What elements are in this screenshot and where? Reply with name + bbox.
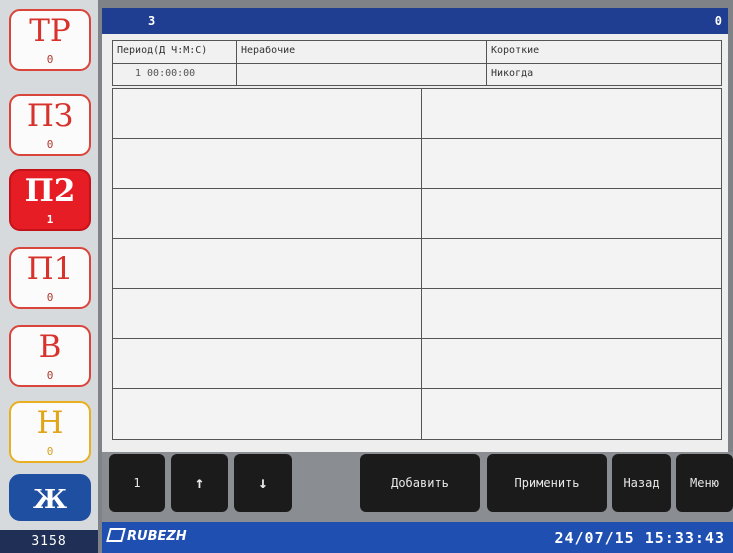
settings-header: Период(Д Ч:М:С) 1 00:00:00 Нерабочие Кор… xyxy=(112,40,722,86)
sidebar-button-v-label: В xyxy=(38,329,62,365)
grid-cell[interactable] xyxy=(422,89,721,139)
sidebar-button-pz-label: ПЗ xyxy=(26,98,74,134)
main-panel: Период(Д Ч:М:С) 1 00:00:00 Нерабочие Кор… xyxy=(102,34,728,452)
sidebar-button-pz[interactable]: ПЗ 0 xyxy=(9,94,91,156)
datetime-display: 24/07/15 15:33:43 xyxy=(554,529,725,547)
sidebar-button-n-count: 0 xyxy=(46,445,54,458)
nonworking-field[interactable] xyxy=(237,64,486,86)
grid-cell[interactable] xyxy=(113,189,422,239)
sidebar-button-tr[interactable]: ТР 0 xyxy=(9,9,91,71)
nonworking-label: Нерабочие xyxy=(237,41,486,64)
sidebar-button-v-count: 0 xyxy=(46,369,54,382)
rubezh-logo: RUBEZH xyxy=(106,527,187,547)
sidebar-button-pz-count: 0 xyxy=(46,138,54,151)
sidebar-button-p1-label: П1 xyxy=(26,251,74,287)
top-status-bar: 3 0 xyxy=(102,8,728,34)
sidebar-button-p1[interactable]: П1 0 xyxy=(9,247,91,309)
sidebar-button-n-label: Н xyxy=(36,405,64,441)
sidebar-button-p2-count: 1 xyxy=(46,213,54,226)
grid-cell[interactable] xyxy=(113,239,422,289)
scroll-up-button[interactable]: ↑ xyxy=(171,454,228,512)
sidebar-button-tr-count: 0 xyxy=(46,53,54,66)
grid-cell[interactable] xyxy=(113,289,422,339)
sidebar-zh-count: 3158 xyxy=(0,530,98,553)
grid-cell[interactable] xyxy=(422,339,721,389)
sidebar-button-p1-count: 0 xyxy=(46,291,54,304)
menu-button[interactable]: Меню xyxy=(676,454,733,512)
brand-name: RUBEZH xyxy=(127,529,187,544)
short-label: Короткие xyxy=(486,41,721,64)
period-label: Период(Д Ч:М:С) xyxy=(113,41,237,64)
sidebar-button-zh[interactable]: Ж xyxy=(9,474,91,521)
grid-cell[interactable] xyxy=(422,189,721,239)
grid-cell[interactable] xyxy=(422,139,721,189)
back-button[interactable]: Назад xyxy=(612,454,671,512)
top-right-value: 0 xyxy=(714,14,722,28)
footer-bar: RUBEZH 24/07/15 15:33:43 xyxy=(102,522,733,553)
schedule-grid xyxy=(112,88,722,440)
sidebar-button-p2[interactable]: П2 1 xyxy=(9,169,91,231)
add-button[interactable]: Добавить xyxy=(360,454,480,512)
sidebar-button-n[interactable]: Н 0 xyxy=(9,401,91,463)
apply-button[interactable]: Применить xyxy=(487,454,607,512)
grid-cell[interactable] xyxy=(113,139,422,189)
period-field[interactable]: 1 00:00:00 xyxy=(113,64,237,86)
scroll-down-button[interactable]: ↓ xyxy=(234,454,292,512)
grid-cell[interactable] xyxy=(113,89,422,139)
sidebar-button-p2-label: П2 xyxy=(24,173,76,209)
page-number-button[interactable]: 1 xyxy=(109,454,165,512)
sidebar-button-v[interactable]: В 0 xyxy=(9,325,91,387)
rubezh-logo-icon xyxy=(106,528,126,542)
grid-cell[interactable] xyxy=(422,239,721,289)
short-field[interactable]: Никогда xyxy=(486,64,721,86)
grid-cell[interactable] xyxy=(422,389,721,439)
sidebar: ТР 0 ПЗ 0 П2 1 П1 0 В 0 Н 0 Ж 3158 xyxy=(0,0,98,553)
top-left-value: 3 xyxy=(148,14,156,28)
sidebar-button-zh-label: Ж xyxy=(32,485,68,515)
sidebar-button-tr-label: ТР xyxy=(29,13,71,49)
grid-cell[interactable] xyxy=(113,339,422,389)
grid-cell[interactable] xyxy=(113,389,422,439)
grid-cell[interactable] xyxy=(422,289,721,339)
